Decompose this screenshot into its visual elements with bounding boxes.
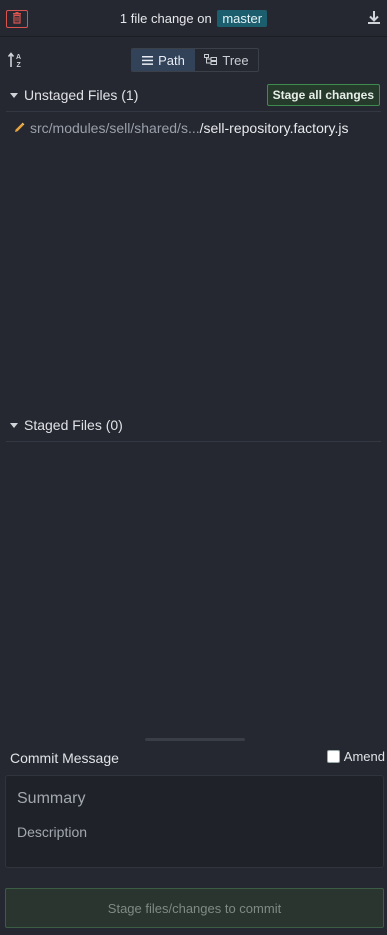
tree-view-button[interactable]: Tree [195,49,258,71]
summary-input[interactable]: Summary [17,790,85,808]
top-bar: 1 file change on master [0,0,387,37]
checkbox-icon[interactable] [326,750,340,763]
resize-handle[interactable] [145,738,245,741]
section-divider [6,111,381,112]
tree-view-label: Tree [222,52,249,68]
file-name: /sell-repository.factory.js [199,120,349,136]
list-icon [142,53,154,68]
path-view-button[interactable]: Path [132,49,195,71]
download-button[interactable] [367,10,381,26]
view-mode-toggle: Path Tree [131,48,259,72]
commit-button[interactable]: Stage files/changes to commit [5,888,384,928]
svg-text:A: A [16,54,21,61]
section-divider [6,441,381,442]
amend-checkbox[interactable]: Amend [326,749,385,764]
change-summary: 1 file change on master [0,10,387,27]
staged-title: Staged Files (0) [24,417,123,433]
svg-text:Z: Z [17,62,22,69]
sort-button[interactable]: A Z [7,51,24,72]
commit-message-label: Commit Message [10,750,119,766]
stage-all-button[interactable]: Stage all changes [266,84,380,106]
commit-message-box[interactable]: Summary Description [5,775,384,868]
unstaged-title: Unstaged Files (1) [24,87,139,103]
caret-down-icon [10,92,18,98]
amend-label: Amend [343,749,385,764]
pencil-icon [14,120,25,136]
unstaged-section-header[interactable]: Unstaged Files (1) [10,87,138,103]
branch-badge[interactable]: master [217,10,268,27]
caret-down-icon [10,422,18,428]
tree-icon [204,53,218,68]
file-path: src/modules/sell/shared/s... [30,120,200,136]
description-input[interactable]: Description [17,824,87,840]
path-view-label: Path [158,52,185,68]
change-count-text: 1 file change on [119,11,212,26]
sort-az-icon: A Z [7,52,24,72]
list-item[interactable]: src/modules/sell/shared/s... /sell-repos… [14,120,379,136]
staged-section-header[interactable]: Staged Files (0) [10,417,123,433]
download-icon [367,11,381,29]
